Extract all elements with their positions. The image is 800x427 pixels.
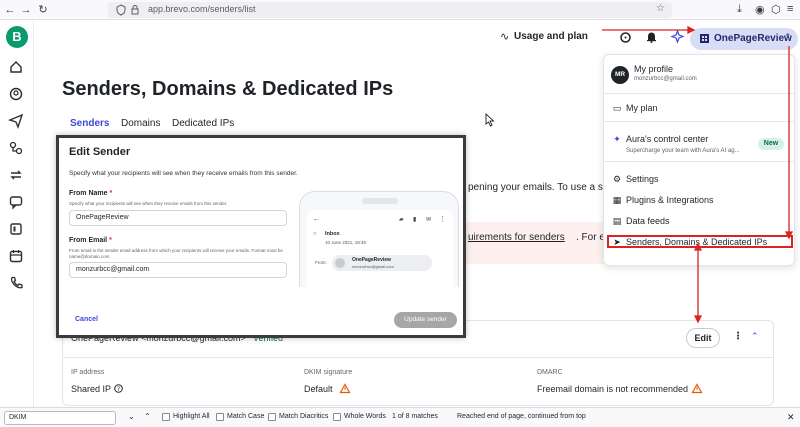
whole-words-label: Whole Words (344, 413, 386, 420)
annotation-arrowhead (693, 242, 703, 251)
find-message: Reached end of page, continued from top (457, 413, 586, 420)
annotation-arrowhead (784, 231, 794, 240)
match-diacritics-label: Match Diacritics (279, 413, 329, 420)
match-diacritics-checkbox[interactable] (268, 413, 276, 421)
match-count: 1 of 8 matches (392, 413, 438, 420)
find-prev-icon[interactable]: ⌃ (144, 412, 151, 421)
annotation-arrows (602, 25, 794, 324)
highlight-all-checkbox[interactable] (162, 413, 170, 421)
annotation-arrowhead (687, 25, 696, 35)
annotation-arrowhead (693, 315, 703, 324)
find-bar: DKIM ⌄ ⌃ Highlight All Match Case Match … (0, 407, 800, 427)
find-next-icon[interactable]: ⌄ (128, 412, 135, 421)
whole-words-checkbox[interactable] (333, 413, 341, 421)
match-case-label: Match Case (227, 413, 265, 420)
close-icon[interactable]: ✕ (787, 412, 795, 423)
highlight-all-label: Highlight All (173, 413, 210, 420)
match-case-checkbox[interactable] (216, 413, 224, 421)
find-input[interactable]: DKIM (4, 411, 116, 425)
